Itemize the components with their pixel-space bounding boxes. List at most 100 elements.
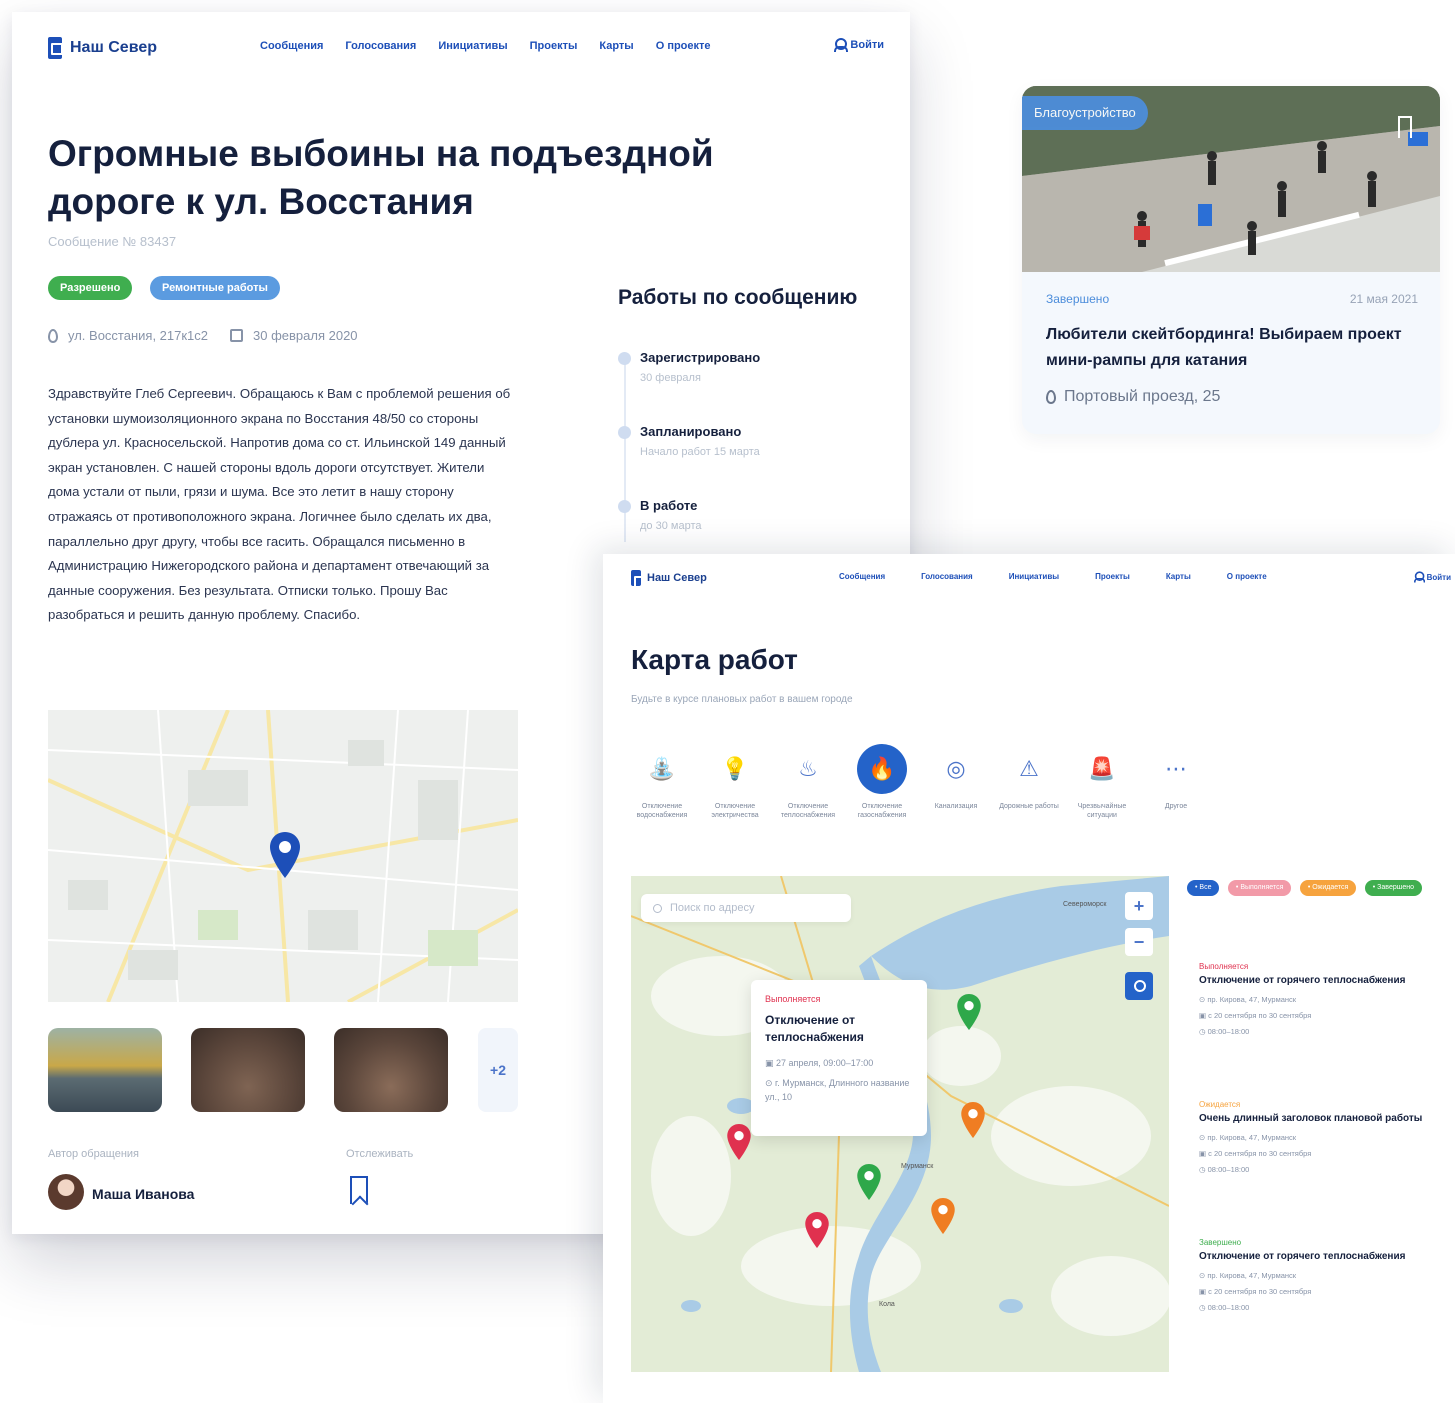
nav-link-about[interactable]: О проекте (1227, 572, 1267, 581)
list-item-status: Ожидается (1199, 1100, 1241, 1109)
list-item-dates: с 20 сентября по 30 сентября (1208, 1287, 1312, 1296)
list-item-meta: ⊙ пр. Кирова, 47, Мурманск ▣ с 20 сентяб… (1199, 1130, 1437, 1178)
login-label: Войти (1426, 572, 1451, 582)
map-city-label-murmansk: Мурманск (901, 1163, 934, 1170)
list-item-dates: с 20 сентября по 30 сентября (1208, 1011, 1312, 1020)
location-map[interactable] (48, 710, 518, 1002)
nav-link-projects[interactable]: Проекты (530, 40, 578, 52)
nav-link-initiatives[interactable]: Инициативы (438, 40, 507, 52)
filter-chip-in-progress[interactable]: • Выполняется (1227, 880, 1292, 896)
nav-link-messages[interactable]: Сообщения (260, 40, 323, 52)
category-badge: Ремонтные работы (150, 276, 280, 300)
nav-link-messages[interactable]: Сообщения (839, 572, 885, 581)
works-map[interactable]: Североморск Мурманск Кола Поиск по адрес… (631, 876, 1169, 1372)
works-list-item[interactable]: Завершено Отключение от горячего теплосн… (1187, 1226, 1449, 1328)
calendar-icon: ▣ (765, 1058, 777, 1068)
category-label: Отключение водоснабжения (636, 803, 688, 819)
map-marker-pending[interactable] (931, 1198, 955, 1234)
category-label: Отключение теплоснабжения (780, 803, 836, 819)
zoom-in-button[interactable]: + (1125, 892, 1153, 920)
category-electricity[interactable]: 💡 Отключение электричества (704, 744, 766, 820)
nav-link-votes[interactable]: Голосования (345, 40, 416, 52)
status-badge: Разрешено (48, 276, 133, 300)
list-item-title: Очень длинный заголовок плановой работы (1199, 1113, 1423, 1124)
timeline-step-title: Зарегистрировано (640, 350, 761, 365)
geolocation-button[interactable] (1125, 972, 1153, 1000)
nav-link-maps[interactable]: Карты (599, 40, 633, 52)
category-gas[interactable]: 🔥 Отключение газоснабжения (851, 744, 913, 820)
project-photo: Благоустройство (1022, 86, 1440, 272)
logo-icon (631, 570, 646, 588)
works-list-item[interactable]: Ожидается Очень длинный заголовок планов… (1187, 1088, 1449, 1190)
list-item-time: 08:00–18:00 (1207, 1303, 1250, 1312)
author-name[interactable]: Маша Иванова (92, 1186, 194, 1202)
nav-link-projects[interactable]: Проекты (1095, 572, 1130, 581)
list-item-address: пр. Кирова, 47, Мурманск (1207, 1133, 1297, 1142)
project-title[interactable]: Любители скейтбординга! Выбираем проект … (1046, 322, 1416, 374)
timeline-line (624, 356, 626, 542)
faucet-icon: ⛲ (648, 756, 676, 781)
filter-chip-pending[interactable]: • Ожидается (1299, 880, 1357, 896)
top-nav: Наш Север Сообщения Голосования Инициати… (48, 36, 888, 60)
bookmark-icon[interactable] (350, 1176, 368, 1204)
category-emergency[interactable]: 🚨 Чрезвычайные ситуации (1071, 744, 1133, 820)
category-heating[interactable]: ♨ Отключение теплоснабжения (777, 744, 839, 820)
calendar-icon (230, 329, 244, 342)
project-date: 21 мая 2021 (1349, 292, 1418, 306)
nav-link-maps[interactable]: Карты (1166, 572, 1191, 581)
nav-link-votes[interactable]: Голосования (921, 572, 973, 581)
map-popup[interactable]: Выполняется Отключение от теплоснабжения… (751, 980, 927, 1136)
login-label: Войти (850, 39, 884, 51)
map-marker-pending[interactable] (961, 1102, 985, 1138)
nav-link-about[interactable]: О проекте (656, 40, 711, 52)
works-list-item[interactable]: Выполняется Отключение от горячего тепло… (1187, 950, 1449, 1052)
logo[interactable]: Наш Север (631, 570, 707, 588)
photo-thumbnail-1[interactable] (48, 1028, 162, 1112)
category-label: Отключение газоснабжения (857, 803, 907, 819)
list-item-status: Выполняется (1199, 962, 1249, 971)
nav-link-initiatives[interactable]: Инициативы (1009, 572, 1059, 581)
map-marker-completed[interactable] (957, 994, 981, 1030)
avatar (48, 1174, 84, 1210)
logo[interactable]: Наш Север (48, 37, 157, 59)
category-label: Отключение электричества (711, 803, 759, 819)
list-item-address: пр. Кирова, 47, Мурманск (1207, 1271, 1297, 1280)
map-marker-in-progress[interactable] (727, 1124, 751, 1160)
logo-icon (48, 37, 63, 59)
message-meta: ул. Восстания, 217к1с2 30 февраля 2020 (48, 328, 358, 343)
track-label: Отслеживать (346, 1148, 414, 1160)
more-photos-button[interactable]: +2 (478, 1028, 518, 1112)
message-address: ул. Восстания, 217к1с2 (68, 328, 209, 343)
filter-chip-completed[interactable]: • Завершено (1364, 880, 1422, 896)
project-card[interactable]: Благоустройство Завершено 21 мая 2021 Лю… (1022, 86, 1440, 434)
photo-thumbnail-3[interactable] (334, 1028, 448, 1112)
bookmark-icon[interactable] (1398, 116, 1412, 138)
map-marker-completed[interactable] (857, 1164, 881, 1200)
login-button[interactable]: Войти (834, 38, 884, 52)
calendar-icon: ▣ (1199, 1287, 1209, 1296)
project-address-text: Портовый проезд, 25 (1064, 388, 1221, 405)
zoom-out-button[interactable]: − (1125, 928, 1153, 956)
map-search-input[interactable]: Поиск по адресу (641, 894, 851, 922)
category-roadworks[interactable]: ⚠ Дорожные работы (998, 744, 1060, 811)
list-item-time: 08:00–18:00 (1207, 1027, 1250, 1036)
map-marker-in-progress[interactable] (805, 1212, 829, 1248)
timeline-step-sub: Начало работ 15 марта (640, 446, 760, 458)
popup-status: Выполняется (765, 994, 821, 1004)
project-category-badge: Благоустройство (1022, 96, 1148, 130)
project-status: Завершено (1046, 292, 1110, 306)
login-button[interactable]: Войти (1413, 570, 1451, 584)
location-pin-icon (270, 832, 300, 878)
category-other[interactable]: ⋯ Другое (1145, 744, 1207, 811)
calendar-icon: ▣ (1199, 1149, 1209, 1158)
popup-address: г. Мурманск, Длинного название ул., 10 (765, 1078, 910, 1102)
list-item-meta: ⊙ пр. Кирова, 47, Мурманск ▣ с 20 сентяб… (1199, 992, 1437, 1040)
map-city-label-severomorsk: Североморск (1063, 901, 1107, 908)
lightbulb-icon: 💡 (721, 756, 749, 781)
emergency-icon: 🚨 (1088, 756, 1116, 781)
timeline-step-title: В работе (640, 498, 698, 513)
filter-chip-all[interactable]: • Все (1187, 880, 1220, 896)
category-sewer[interactable]: ◎ Канализация (925, 744, 987, 811)
photo-thumbnail-2[interactable] (191, 1028, 305, 1112)
category-water[interactable]: ⛲ Отключение водоснабжения (631, 744, 693, 820)
